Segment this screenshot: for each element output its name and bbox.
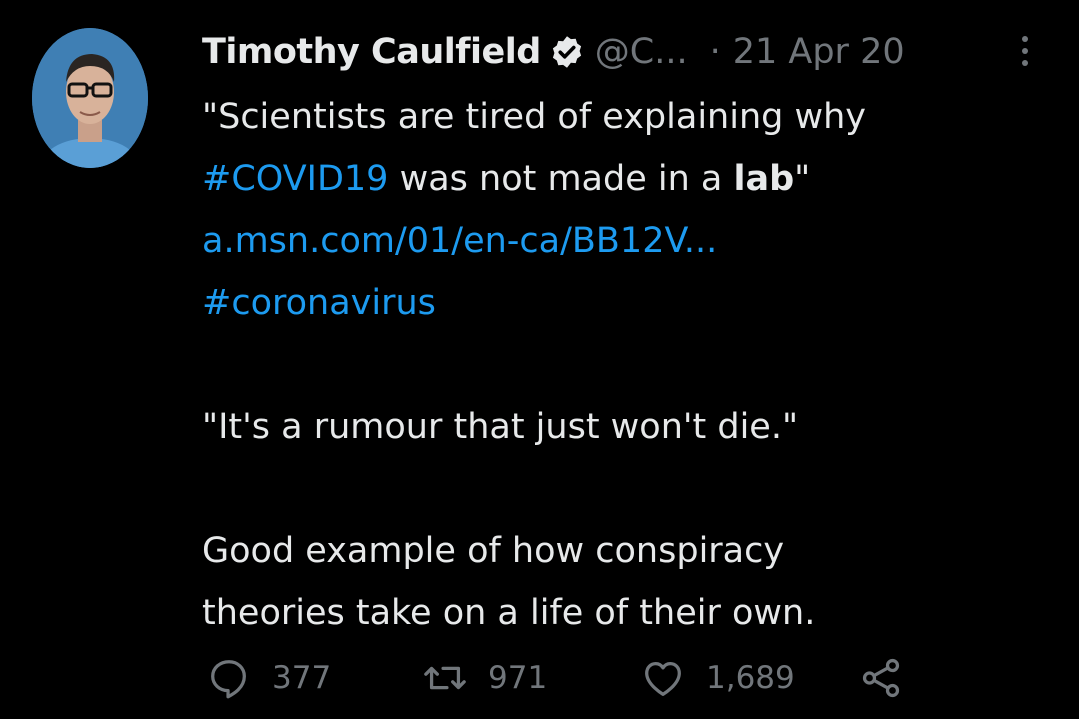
reply-count: 377 [272, 660, 332, 696]
text-line: theories take on a life of their own. [202, 593, 816, 633]
verified-badge-icon [549, 34, 585, 70]
text-line: #COVID19 was not made in a lab" [202, 148, 1042, 210]
text-span: was not made in a [388, 159, 734, 199]
text-line: a.msn.com/01/en-ca/BB12V... [202, 210, 1042, 272]
share-button[interactable] [858, 652, 904, 704]
article-link[interactable]: a.msn.com/01/en-ca/BB12V... [202, 221, 717, 261]
text-line: #coronavirus [202, 272, 1042, 334]
retweet-button[interactable]: 971 [422, 652, 547, 704]
more-vertical-icon[interactable] [1010, 34, 1040, 68]
reply-button[interactable]: 377 [206, 652, 331, 704]
share-icon [862, 658, 900, 698]
text-line: "Scientists are tired of explaining why [202, 97, 866, 137]
tweet-header: Timothy Caulfield @C... · 21 Apr 20 [202, 28, 905, 76]
author-handle[interactable]: @C... [595, 32, 688, 72]
text-line: "It's a rumour that just won't die." [202, 407, 799, 447]
hashtag-coronavirus-link[interactable]: #coronavirus [202, 283, 436, 323]
separator-dot: · [709, 32, 721, 72]
tweet-text: "Scientists are tired of explaining why … [202, 86, 1042, 644]
hashtag-covid19-link[interactable]: #COVID19 [202, 159, 388, 199]
tweet-actions: 377 971 1,689 [0, 652, 1079, 704]
tweet-date[interactable]: 21 Apr 20 [733, 32, 905, 72]
text-span: " [794, 159, 811, 199]
text-line: Good example of how conspiracy [202, 531, 785, 571]
author-name[interactable]: Timothy Caulfield [202, 32, 541, 72]
heart-icon [645, 661, 681, 696]
reply-icon [211, 660, 246, 699]
retweet-count: 971 [488, 660, 548, 696]
retweet-icon [424, 666, 466, 690]
tweet: Timothy Caulfield @C... · 21 Apr 20 "Sci… [0, 0, 1079, 719]
like-count: 1,689 [706, 660, 795, 696]
bold-text: lab [733, 159, 795, 199]
avatar-photo [32, 28, 148, 168]
avatar[interactable] [32, 28, 148, 168]
like-button[interactable]: 1,689 [640, 652, 795, 704]
